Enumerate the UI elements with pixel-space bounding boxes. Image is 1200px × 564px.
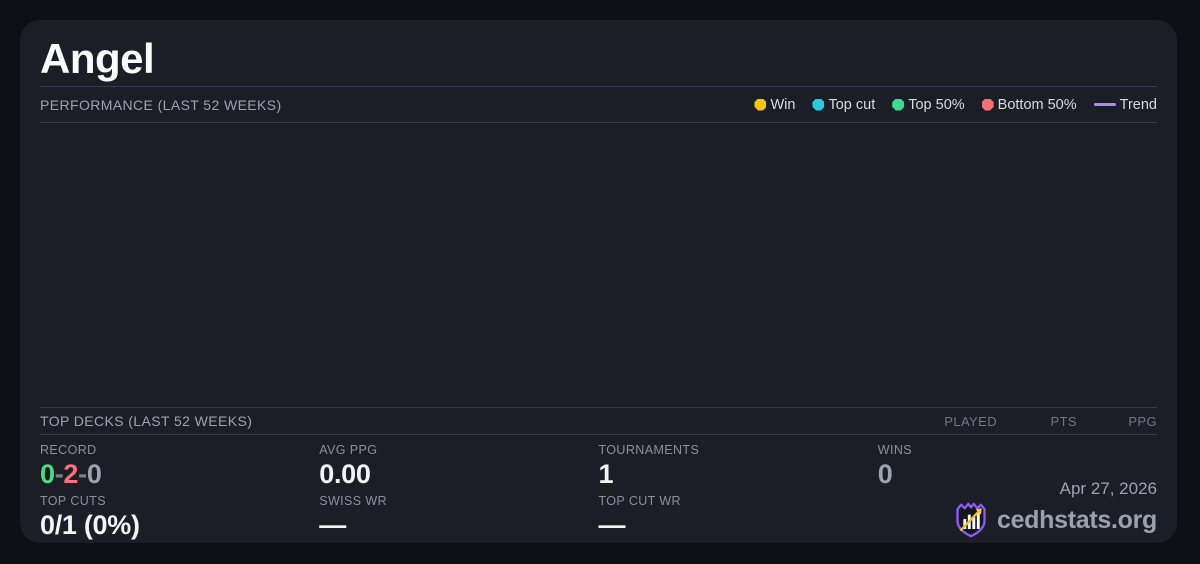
record-separator: - xyxy=(78,459,87,489)
stat-tournaments: TOURNAMENTS 1 xyxy=(599,443,878,490)
record-losses: 2 xyxy=(63,459,79,489)
stat-label-wins: WINS xyxy=(877,443,912,457)
stat-value-record: 0-2-0 xyxy=(40,459,319,490)
record-wins: 0 xyxy=(40,459,55,489)
top-decks-header-row: TOP DECKS (LAST 52 WEEKS) PLAYED PTS PPG xyxy=(40,407,1157,435)
stat-label-swiss-wr: SWISS WR xyxy=(319,494,388,508)
stat-avg-ppg: AVG PPG 0.00 xyxy=(319,443,598,490)
stat-label-record: RECORD xyxy=(40,443,97,457)
legend-item-trend: Trend xyxy=(1093,96,1157,113)
stat-label-avg-ppg: AVG PPG xyxy=(319,443,378,457)
stat-value-avg-ppg: 0.00 xyxy=(319,459,371,489)
performance-chart-area xyxy=(40,123,1157,407)
record-draws: 0 xyxy=(86,459,102,489)
stat-value-top-cuts: 0/1 (0%) xyxy=(40,510,140,540)
cedhstats-shield-logo-icon xyxy=(956,502,986,538)
performance-section-title: PERFORMANCE (LAST 52 WEEKS) xyxy=(40,96,282,113)
stat-record: RECORD 0-2-0 xyxy=(40,443,319,490)
top-cut-dot-icon xyxy=(812,98,825,111)
stat-value-tournaments: 1 xyxy=(598,459,614,489)
chart-legend: Win Top cut Top 50% Bottom 50% Trend xyxy=(754,97,1157,113)
stat-top-cuts: TOP CUTS 0/1 (0%) xyxy=(40,494,319,541)
stat-value-top-cut-wr: — xyxy=(598,510,626,540)
stat-label-tournaments: TOURNAMENTS xyxy=(598,443,700,457)
legend-label: Trend xyxy=(1119,96,1157,113)
column-header-played: PLAYED xyxy=(944,413,997,429)
column-header-pts: PTS xyxy=(1050,413,1077,429)
legend-label: Top 50% xyxy=(908,96,965,113)
legend-label: Win xyxy=(770,96,796,113)
stat-top-cut-wr: TOP CUT WR — xyxy=(599,494,878,541)
trend-line-icon xyxy=(1093,103,1116,106)
column-header-ppg: PPG xyxy=(1128,413,1157,429)
stats-card: Angel PERFORMANCE (LAST 52 WEEKS) Win To… xyxy=(20,20,1177,543)
legend-item-top-cut: Top cut xyxy=(812,97,875,113)
stat-swiss-wr: SWISS WR — xyxy=(319,494,598,541)
win-dot-icon xyxy=(754,98,767,111)
page-title: Angel xyxy=(40,35,155,82)
stat-label-top-cut-wr: TOP CUT WR xyxy=(598,494,681,508)
top-decks-column-headers: PLAYED PTS PPG xyxy=(917,414,1157,429)
card-footer: Apr 27, 2026 cedhstats.org xyxy=(953,479,1157,539)
footer-date: Apr 27, 2026 xyxy=(1059,479,1157,498)
legend-label: Top cut xyxy=(828,96,876,113)
legend-item-win: Win xyxy=(754,97,795,113)
stat-label-top-cuts: TOP CUTS xyxy=(40,494,106,508)
legend-item-bottom-50: Bottom 50% xyxy=(981,96,1077,113)
bottom-50-dot-icon xyxy=(981,98,994,111)
stat-value-swiss-wr: — xyxy=(319,510,346,540)
top-decks-section-title: TOP DECKS (LAST 52 WEEKS) xyxy=(40,413,253,429)
brand-row[interactable]: cedhstats.org xyxy=(953,501,1157,539)
legend-item-top-50: Top 50% xyxy=(892,96,965,113)
top-50-dot-icon xyxy=(892,98,905,111)
legend-label: Bottom 50% xyxy=(997,96,1077,113)
performance-header-row: PERFORMANCE (LAST 52 WEEKS) Win Top cut … xyxy=(40,86,1157,123)
brand-name[interactable]: cedhstats.org xyxy=(997,506,1157,535)
